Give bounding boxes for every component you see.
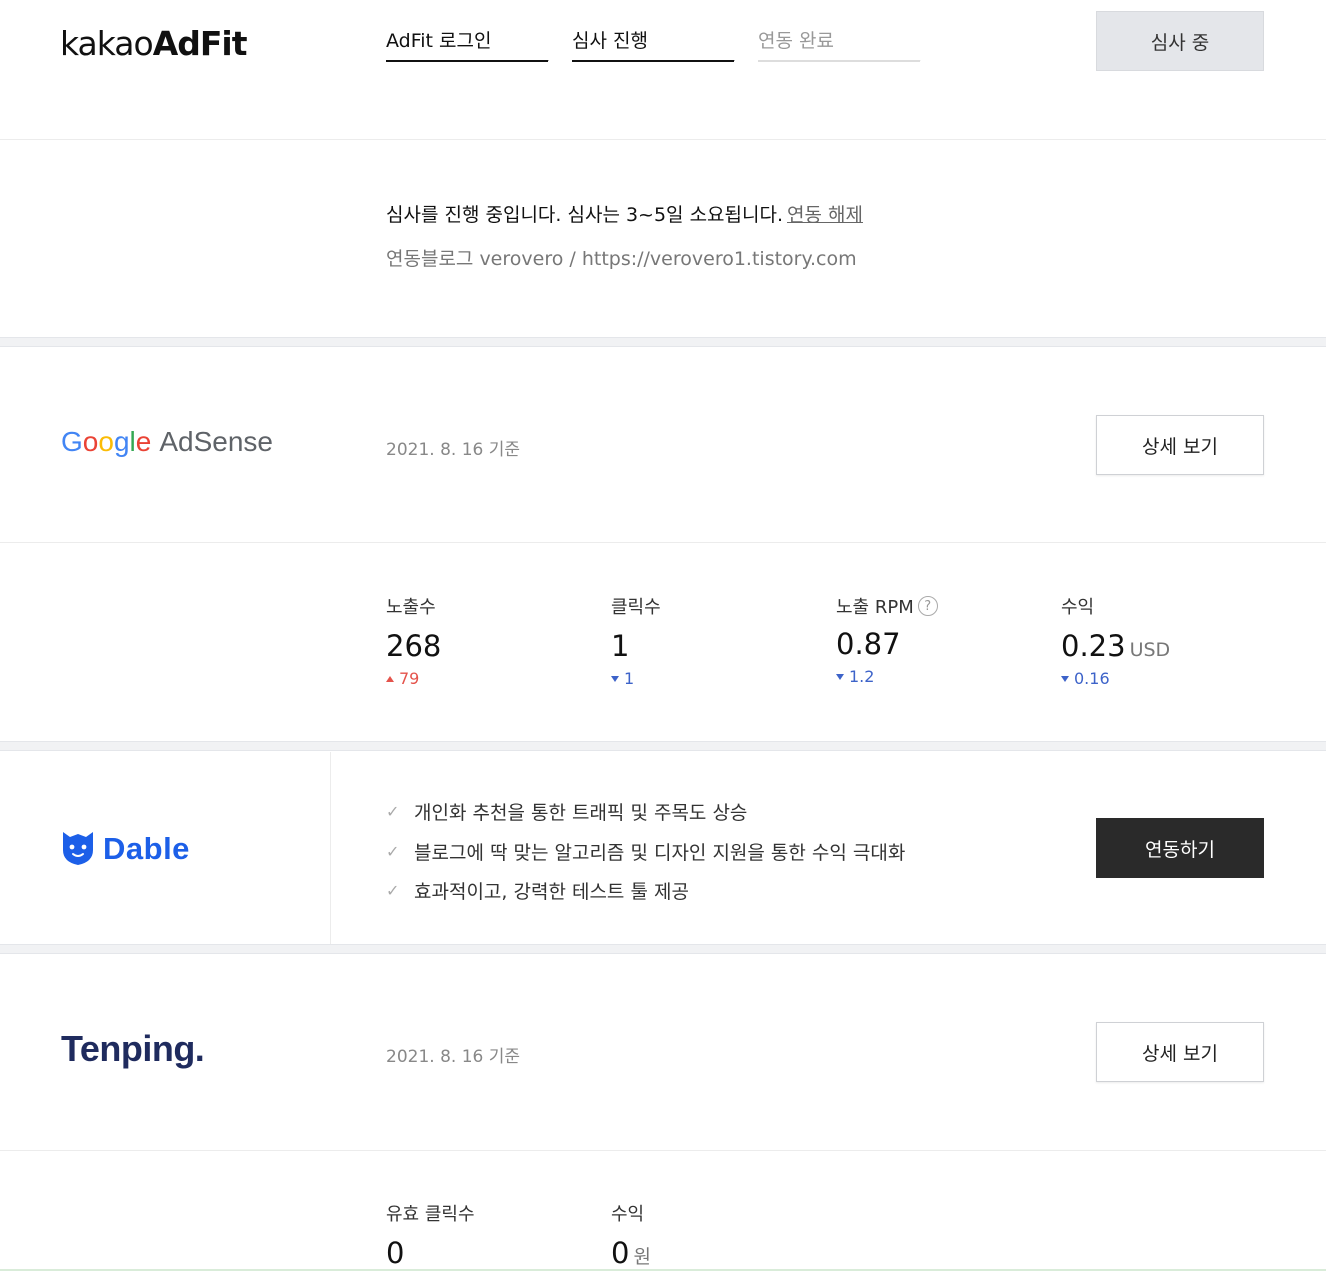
metric-value: 0원 — [611, 1236, 651, 1270]
metric-value: 268 — [386, 629, 442, 663]
divider — [0, 542, 1326, 543]
feature-text: 개인화 추천을 통한 트래픽 및 주목도 상승 — [414, 802, 748, 824]
status-message-text: 심사를 진행 중입니다. 심사는 3~5일 소요됩니다. — [386, 204, 784, 226]
metric-label: 유효 클릭수 — [386, 1200, 475, 1226]
dable-feature-item: ✓ 블로그에 딱 맞는 알고리즘 및 디자인 지원을 통한 수익 극대화 — [386, 838, 905, 865]
logo-letter: o — [82, 426, 99, 457]
step-adfit-login: AdFit 로그인 — [386, 26, 550, 66]
tenping-as-of-date: 2021. 8. 16 기준 — [386, 1047, 521, 1067]
metric-value-number: 0 — [611, 1236, 630, 1270]
metric-value: 1 — [611, 629, 630, 663]
metric-label-text: 노출 RPM — [836, 597, 914, 618]
kakao-adfit-logo: kakaoAdFit — [60, 24, 247, 63]
metric-unit: 원 — [633, 1246, 651, 1268]
delta-value: 1.2 — [849, 667, 875, 686]
review-status-message: 심사를 진행 중입니다. 심사는 3~5일 소요됩니다. 연동 해제 — [386, 200, 863, 227]
step-link-complete: 연동 완료 — [758, 26, 922, 66]
tenping-logo: Tenping. — [61, 1028, 205, 1069]
metric-revenue: 수익 0.23 USD 0.16 — [1061, 593, 1170, 688]
logo-kakao-text: kakao — [60, 24, 154, 63]
google-adsense-logo: Google AdSense — [61, 426, 273, 458]
step-review-progress: 심사 진행 — [572, 26, 736, 66]
step-label: 심사 진행 — [572, 30, 648, 52]
feature-text: 블로그에 딱 맞는 알고리즘 및 디자인 지원을 통한 수익 극대화 — [414, 842, 906, 864]
metric-label: 노출 RPM? — [836, 593, 938, 619]
divider — [0, 1150, 1326, 1151]
metric-delta: 0.16 — [1061, 669, 1170, 688]
metric-label-text: 수익 — [611, 1204, 645, 1225]
logo-letter: g — [113, 426, 130, 457]
adsense-detail-button[interactable]: 상세 보기 — [1096, 415, 1264, 475]
metric-delta: 1.2 — [836, 667, 938, 686]
triangle-down-icon — [1061, 675, 1069, 682]
metric-value-number: 0.23 — [1061, 629, 1126, 663]
vertical-divider — [330, 752, 331, 944]
adsense-as-of-date: 2021. 8. 16 기준 — [386, 440, 521, 460]
section-separator — [0, 944, 1326, 954]
unlink-link[interactable]: 연동 해제 — [787, 204, 863, 226]
review-status-button[interactable]: 심사 중 — [1096, 11, 1264, 71]
section-separator — [0, 741, 1326, 751]
delta-value: 0.16 — [1074, 669, 1110, 688]
metric-label: 클릭수 — [611, 593, 661, 619]
step-label: 연동 완료 — [758, 30, 834, 52]
metric-delta: 79 — [386, 669, 441, 688]
logo-adfit-text: AdFit — [152, 24, 248, 63]
metric-clicks: 클릭수 1 1 — [611, 593, 661, 688]
metric-value: 0 — [386, 1236, 405, 1270]
metric-tenping-revenue: 수익 0원 — [611, 1200, 651, 1270]
metric-label: 수익 — [1061, 593, 1170, 619]
metric-value: 0.87 — [836, 627, 901, 661]
logo-letter: o — [98, 426, 114, 457]
metric-value: 0.23 USD — [1061, 629, 1170, 663]
metric-label-text: 클릭수 — [611, 597, 661, 618]
logo-product-text: AdSense — [159, 426, 273, 457]
step-label: AdFit 로그인 — [386, 30, 492, 52]
checkmark-icon: ✓ — [386, 802, 400, 821]
tenping-detail-button[interactable]: 상세 보기 — [1096, 1022, 1264, 1082]
divider — [0, 139, 1326, 140]
dable-logo-text: Dable — [103, 831, 190, 866]
triangle-down-icon — [611, 675, 619, 682]
question-mark-icon[interactable]: ? — [917, 596, 938, 616]
linked-blog-info: 연동블로그 verovero / https://verovero1.tisto… — [386, 248, 857, 270]
feature-text: 효과적이고, 강력한 테스트 툴 제공 — [414, 881, 689, 903]
checkmark-icon: ✓ — [386, 881, 400, 900]
delta-value: 79 — [399, 669, 420, 688]
metric-label: 노출수 — [386, 593, 441, 619]
logo-letter: e — [135, 426, 152, 457]
dable-cat-icon — [61, 828, 95, 870]
section-separator — [0, 337, 1326, 347]
triangle-down-icon — [836, 673, 844, 680]
delta-value: 1 — [624, 669, 635, 688]
metric-valid-clicks: 유효 클릭수 0 — [386, 1200, 475, 1270]
metric-label-text: 유효 클릭수 — [386, 1204, 475, 1225]
metric-label: 수익 — [611, 1200, 651, 1226]
metric-unit: USD — [1129, 639, 1171, 661]
logo-letter: G — [61, 426, 83, 457]
triangle-up-icon — [386, 675, 394, 682]
metric-rpm: 노출 RPM? 0.87 1.2 — [836, 593, 938, 686]
metric-delta: 1 — [611, 669, 661, 688]
metric-impressions: 노출수 268 79 — [386, 593, 441, 688]
metric-label-text: 수익 — [1061, 597, 1095, 618]
dable-feature-item: ✓ 개인화 추천을 통한 트래픽 및 주목도 상승 — [386, 798, 747, 825]
dable-connect-button[interactable]: 연동하기 — [1096, 818, 1264, 878]
checkmark-icon: ✓ — [386, 842, 400, 861]
metric-label-text: 노출수 — [386, 597, 436, 618]
dable-logo: Dable — [61, 828, 190, 870]
dable-feature-item: ✓ 효과적이고, 강력한 테스트 툴 제공 — [386, 877, 689, 904]
